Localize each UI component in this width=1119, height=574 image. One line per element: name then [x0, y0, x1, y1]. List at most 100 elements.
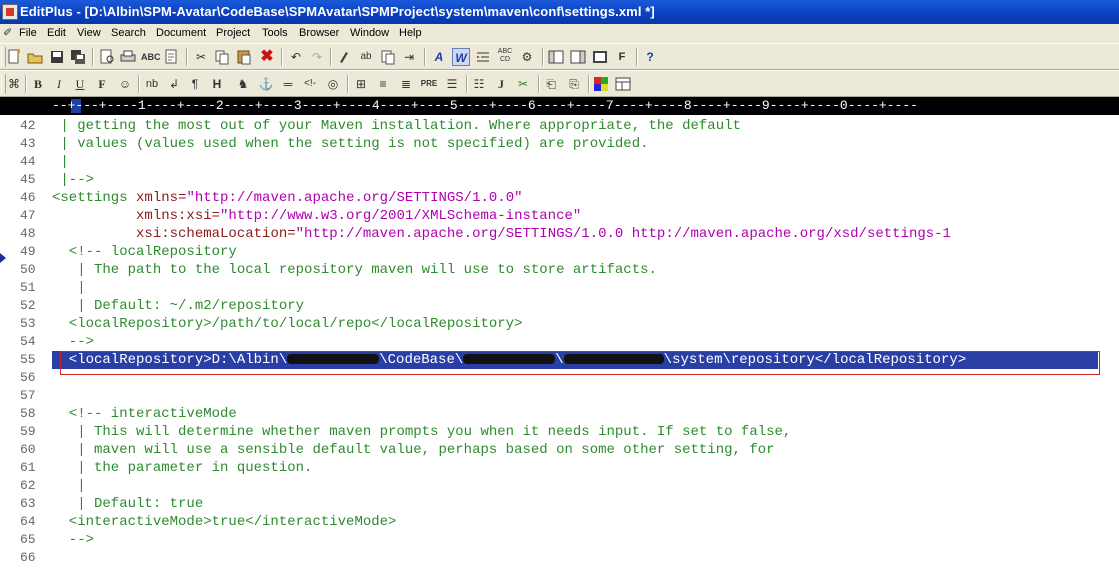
center-icon[interactable]: ◎ [324, 75, 342, 93]
code-line[interactable]: 57 [0, 387, 1119, 405]
code-line[interactable]: 54 --> [0, 333, 1119, 351]
redo-icon[interactable]: ↷ [308, 48, 326, 66]
find-icon[interactable] [336, 48, 354, 66]
comment-icon[interactable]: <!- [301, 75, 319, 93]
menu-window[interactable]: Window [350, 27, 389, 39]
hr-icon[interactable]: ═ [279, 75, 297, 93]
line-text: --> [52, 531, 94, 549]
line-text: | the parameter in question. [52, 459, 312, 477]
cliptext-icon[interactable]: ✂ [514, 75, 532, 93]
align-justify-icon[interactable]: ≣ [397, 75, 415, 93]
underline-icon[interactable]: U [71, 75, 89, 93]
line-number: 65 [20, 532, 36, 547]
code-line[interactable]: 49 <!-- localRepository [0, 243, 1119, 261]
code-line[interactable]: 58 <!-- interactiveMode [0, 405, 1119, 423]
form-icon[interactable]: ☷ [470, 75, 488, 93]
cut-icon[interactable]: ✂ [192, 48, 210, 66]
output-window-icon[interactable] [591, 48, 609, 66]
code-line[interactable]: 52 | Default: ~/.m2/repository [0, 297, 1119, 315]
italic-icon[interactable]: I [50, 75, 68, 93]
open-icon[interactable] [26, 48, 44, 66]
spell-check-icon[interactable]: ABC [141, 48, 161, 66]
user-tool-icon[interactable]: F [613, 48, 631, 66]
anchor-icon[interactable]: ⚓ [257, 75, 275, 93]
settings-icon[interactable]: ⚙ [518, 48, 536, 66]
menu-help[interactable]: Help [399, 27, 422, 39]
code-text: | the parameter in question. [52, 460, 313, 476]
code-line[interactable]: 62 | [0, 477, 1119, 495]
menu-search[interactable]: Search [111, 27, 146, 39]
document-menu-icon[interactable]: ✐ [3, 26, 15, 40]
paste-icon[interactable] [235, 48, 253, 66]
code-line[interactable]: 44 | [0, 153, 1119, 171]
code-line[interactable]: 50 | The path to the local repository ma… [0, 261, 1119, 279]
line-text: |--> [52, 171, 94, 189]
print-preview-icon[interactable] [98, 48, 116, 66]
list-icon[interactable]: ☰ [443, 75, 461, 93]
line-text: | [52, 153, 68, 171]
table-icon[interactable]: ⊞ [352, 75, 370, 93]
word-wrap-icon[interactable]: W [452, 48, 470, 66]
replace-icon[interactable]: ab [357, 48, 375, 66]
frame-icon[interactable] [614, 75, 632, 93]
font-tag-icon[interactable]: F [93, 75, 111, 93]
go-to-icon[interactable]: ⇥ [400, 48, 418, 66]
line-text: | This will determine whether maven prom… [52, 423, 791, 441]
code-line[interactable]: 60 | maven will use a sensible default v… [0, 441, 1119, 459]
paragraph-icon[interactable]: ¶ [186, 75, 204, 93]
app-icon[interactable] [2, 4, 18, 20]
pre-icon[interactable]: PRE [420, 75, 438, 93]
code-line[interactable]: 47 xmlns:xsi="http://www.w3.org/2001/XML… [0, 207, 1119, 225]
save-all-icon[interactable] [69, 48, 87, 66]
menu-file[interactable]: File [19, 27, 37, 39]
editor-area[interactable]: 42 | getting the most out of your Maven … [0, 115, 1119, 574]
save-icon[interactable] [48, 48, 66, 66]
color-picker-icon[interactable] [592, 75, 610, 93]
column-select-icon[interactable]: ABC CD [496, 48, 514, 66]
font-icon[interactable]: A [430, 48, 448, 66]
help-icon[interactable]: ? [641, 48, 659, 66]
code-line[interactable]: 48 xsi:schemaLocation="http://maven.apac… [0, 225, 1119, 243]
menu-browser[interactable]: Browser [299, 27, 339, 39]
page-icon[interactable]: ⎗ [542, 75, 560, 93]
code-text: | [52, 478, 86, 494]
find-in-files-icon[interactable] [379, 48, 397, 66]
directory-window-icon[interactable] [547, 48, 565, 66]
break-icon[interactable]: ↲ [165, 75, 183, 93]
code-line[interactable]: 53 <localRepository>/path/to/local/repo<… [0, 315, 1119, 333]
javascript-icon[interactable]: J [492, 75, 510, 93]
code-line[interactable]: 66 [0, 549, 1119, 567]
color-icon[interactable]: ☺ [116, 75, 134, 93]
code-line[interactable]: 63 | Default: true [0, 495, 1119, 513]
menu-edit[interactable]: Edit [47, 27, 66, 39]
indent-icon[interactable] [474, 48, 492, 66]
preview-icon[interactable]: ⎘ [565, 75, 583, 93]
page-setup-icon[interactable] [162, 48, 180, 66]
cliptext-window-icon[interactable] [569, 48, 587, 66]
bold-icon[interactable]: B [29, 75, 47, 93]
code-line[interactable]: 65 --> [0, 531, 1119, 549]
code-line[interactable]: 43 | values (values used when the settin… [0, 135, 1119, 153]
copy-icon[interactable] [213, 48, 231, 66]
code-line[interactable]: 59 | This will determine whether maven p… [0, 423, 1119, 441]
code-line[interactable]: 46 <settings xmlns="http://maven.apache.o… [0, 189, 1119, 207]
code-line[interactable]: 51 | [0, 279, 1119, 297]
delete-icon[interactable]: ✖ [258, 48, 276, 66]
code-line[interactable]: 64 <interactiveMode>true</interactiveMod… [0, 513, 1119, 531]
new-file-icon[interactable] [5, 48, 23, 66]
image-icon[interactable]: ♞ [234, 75, 252, 93]
code-line[interactable]: 42 | getting the most out of your Maven … [0, 117, 1119, 135]
undo-icon[interactable]: ↶ [287, 48, 305, 66]
menu-tools[interactable]: Tools [262, 27, 288, 39]
heading-icon[interactable]: H [208, 75, 226, 93]
code-line[interactable]: 45 |--> [0, 171, 1119, 189]
nbsp-icon[interactable]: nb [143, 75, 161, 93]
menu-view[interactable]: View [77, 27, 101, 39]
code-line[interactable]: 61 | the parameter in question. [0, 459, 1119, 477]
html-toolbar-icon[interactable]: ⌘ [5, 75, 23, 93]
menu-document[interactable]: Document [156, 27, 206, 39]
align-center-icon[interactable]: ≡ [374, 75, 392, 93]
menu-project[interactable]: Project [216, 27, 250, 39]
print-icon[interactable] [119, 48, 137, 66]
